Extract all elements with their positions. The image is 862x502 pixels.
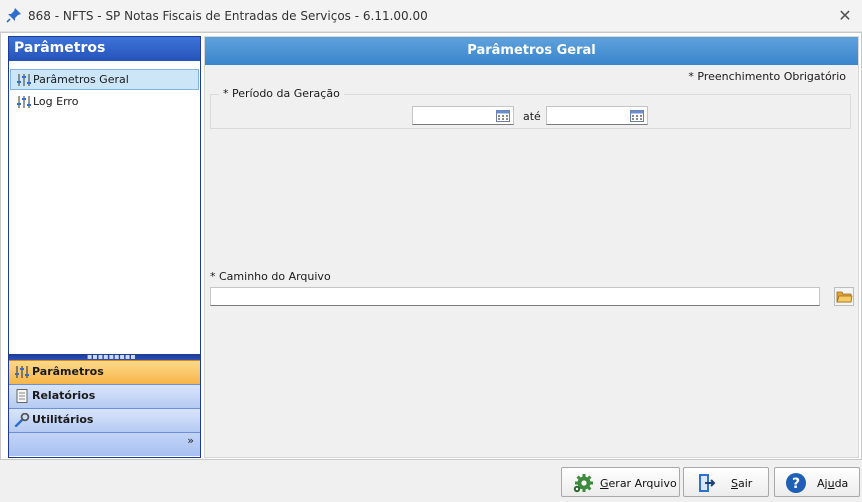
close-icon: ✕	[838, 6, 852, 25]
exit-button[interactable]: Sair	[683, 467, 769, 497]
window-title: 868 - NFTS - SP Notas Fiscais de Entrada…	[28, 9, 428, 23]
calendar-icon[interactable]	[496, 109, 510, 122]
sliders-icon	[15, 366, 29, 378]
wrench-icon	[14, 413, 30, 427]
content-panel: Parâmetros Geral * Preenchimento Obrigat…	[204, 36, 859, 458]
exit-door-icon	[699, 474, 716, 492]
action-bar: Gerar Arquivo Sair ? Ajuda	[0, 461, 862, 502]
tree-item-log-erro[interactable]: Log Erro	[10, 91, 199, 112]
sliders-icon	[17, 96, 31, 108]
nav-overflow-bar: »	[9, 432, 200, 456]
folder-icon	[836, 291, 853, 303]
tree-item-label: Parâmetros Geral	[33, 73, 129, 86]
period-label: * Período da Geração	[219, 87, 344, 100]
help-button[interactable]: ? Ajuda	[774, 467, 860, 497]
help-icon: ?	[786, 473, 806, 493]
close-button[interactable]: ✕	[834, 5, 856, 27]
calendar-icon[interactable]	[630, 109, 644, 122]
file-path-label: * Caminho do Arquivo	[210, 270, 331, 283]
browse-folder-button[interactable]	[834, 287, 854, 306]
tree-item-label: Log Erro	[33, 95, 79, 108]
sliders-icon	[17, 74, 31, 86]
navigation-panel: Parâmetros Parâmetros Geral Log Erro ▪▪▪…	[8, 36, 201, 458]
pin-icon	[6, 8, 21, 23]
nav-button-utilitarios[interactable]: Utilitários	[9, 408, 200, 432]
navigation-header: Parâmetros	[9, 37, 200, 61]
nav-button-label: Utilitários	[32, 413, 94, 426]
tree-item-parametros-geral[interactable]: Parâmetros Geral	[10, 69, 199, 90]
title-bar: 868 - NFTS - SP Notas Fiscais de Entrada…	[0, 0, 862, 32]
required-fields-note: * Preenchimento Obrigatório	[688, 70, 846, 83]
exit-label: Sair	[731, 477, 753, 490]
nav-button-label: Parâmetros	[32, 365, 104, 378]
nav-button-label: Relatórios	[32, 389, 96, 402]
nav-button-parametros[interactable]: Parâmetros	[9, 360, 200, 384]
svg-text:?: ?	[792, 476, 800, 492]
chevron-double-icon[interactable]: »	[187, 435, 194, 446]
end-date-field[interactable]	[546, 106, 648, 125]
gear-icon	[573, 474, 593, 493]
panel-title: Parâmetros Geral	[205, 37, 858, 65]
start-date-field[interactable]	[412, 106, 514, 125]
report-icon	[16, 389, 28, 403]
date-range-separator: até	[523, 110, 541, 123]
generate-file-label: Gerar Arquivo	[600, 477, 677, 490]
navigation-tree: Parâmetros Geral Log Erro	[9, 64, 200, 354]
help-label: Ajuda	[817, 477, 849, 490]
splitter-grip: ▪▪▪▪▪▪▪▪▪	[87, 352, 136, 361]
nav-button-relatorios[interactable]: Relatórios	[9, 384, 200, 408]
generate-file-button[interactable]: Gerar Arquivo	[561, 467, 680, 497]
file-path-input[interactable]	[210, 287, 820, 306]
period-groupbox: * Período da Geração até	[210, 87, 851, 129]
